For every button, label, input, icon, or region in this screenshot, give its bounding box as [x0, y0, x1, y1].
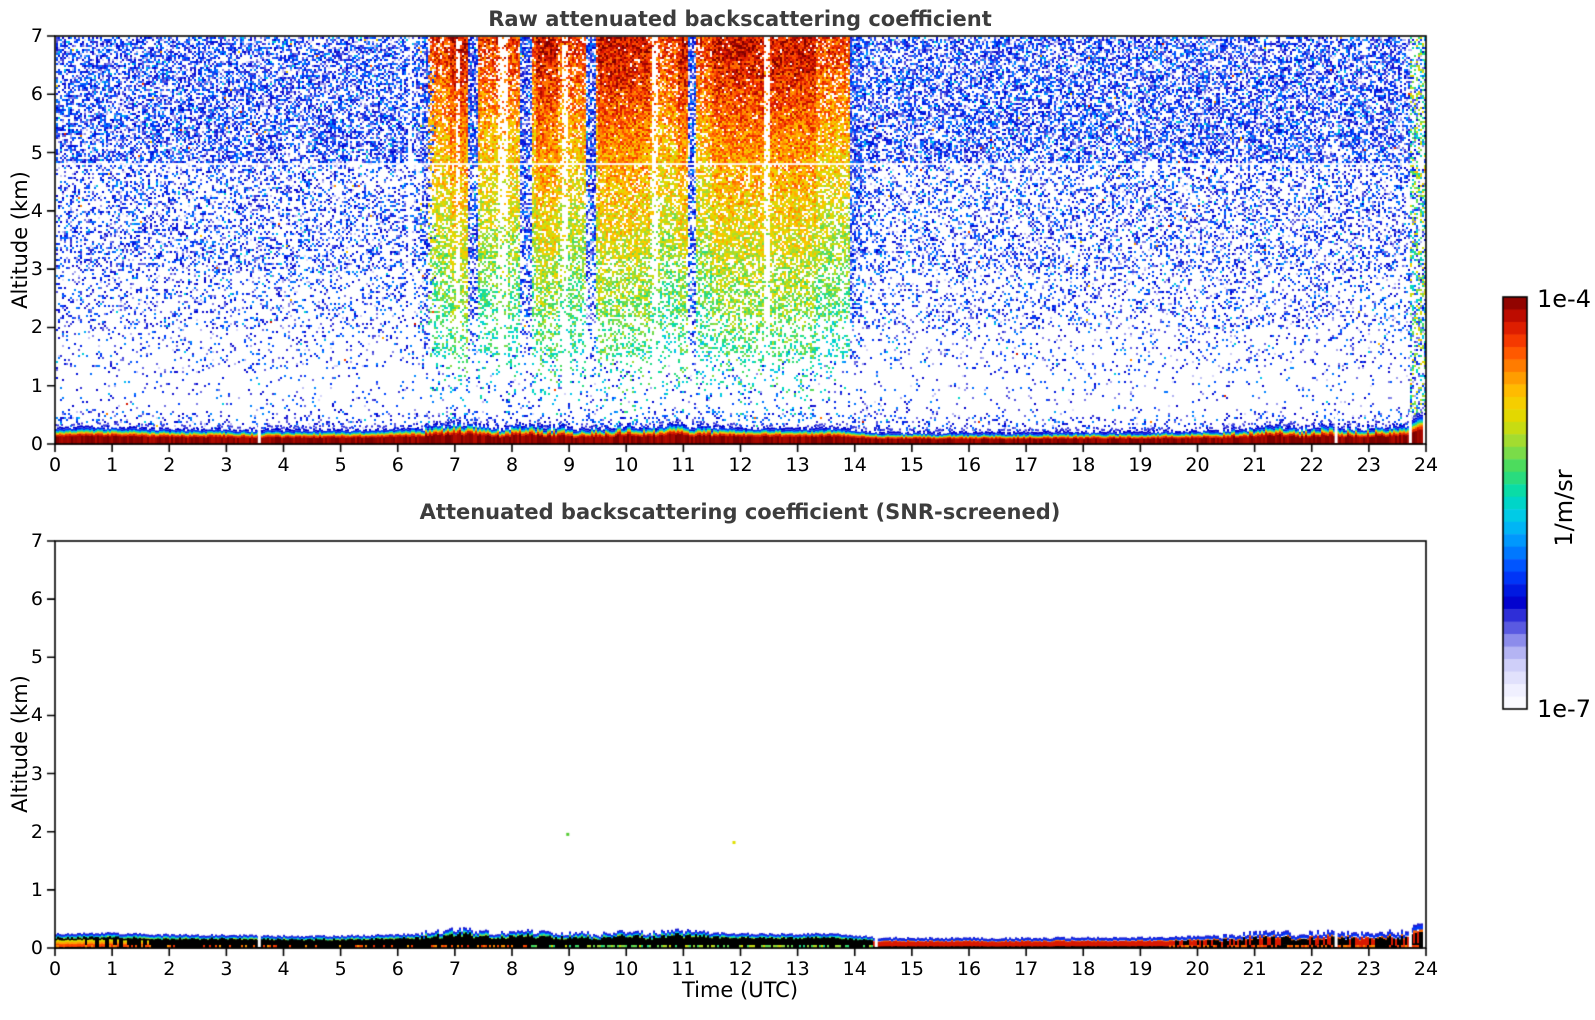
x-tick-label: 20: [1185, 454, 1209, 476]
y-tick-label: 7: [31, 530, 43, 552]
colorbar-min-label: 1e-7: [1537, 695, 1591, 723]
x-tick-label: 4: [277, 958, 289, 980]
x-tick-label: 2: [163, 454, 175, 476]
x-tick-label: 8: [506, 454, 518, 476]
x-tick-label: 17: [1014, 958, 1038, 980]
raw-panel-title: Raw attenuated backscattering coefficien…: [488, 7, 992, 31]
x-tick-label: 3: [220, 454, 232, 476]
x-tick-label: 18: [1071, 958, 1095, 980]
x-tick-label: 14: [843, 454, 867, 476]
x-tick-label: 15: [900, 958, 924, 980]
x-tick-label: 6: [392, 454, 404, 476]
x-tick-label: 19: [1128, 454, 1152, 476]
x-tick-label: 9: [563, 958, 575, 980]
y-tick-label: 6: [31, 588, 43, 610]
y-tick-label: 2: [31, 316, 43, 338]
x-tick-label: 18: [1071, 454, 1095, 476]
x-tick-label: 8: [506, 958, 518, 980]
x-tick-label: 6: [392, 958, 404, 980]
x-tick-label: 14: [843, 958, 867, 980]
x-axis-label: Time (UTC): [682, 978, 798, 1002]
x-tick-label: 23: [1357, 454, 1381, 476]
x-tick-label: 24: [1414, 454, 1438, 476]
x-tick-label: 13: [786, 454, 810, 476]
x-tick-label: 0: [49, 958, 61, 980]
colorbar-max-label: 1e-4: [1537, 285, 1591, 313]
x-tick-label: 12: [728, 454, 752, 476]
x-tick-label: 19: [1128, 958, 1152, 980]
y-tick-label: 2: [31, 821, 43, 843]
y-tick-label: 3: [31, 258, 43, 280]
y-tick-label: 0: [31, 937, 43, 959]
x-tick-label: 13: [786, 958, 810, 980]
x-tick-label: 0: [49, 454, 61, 476]
y-tick-label: 3: [31, 763, 43, 785]
x-tick-label: 5: [335, 454, 347, 476]
x-tick-label: 23: [1357, 958, 1381, 980]
x-tick-label: 1: [106, 958, 118, 980]
y-tick-label: 4: [31, 704, 43, 726]
x-tick-label: 2: [163, 958, 175, 980]
x-tick-label: 20: [1185, 958, 1209, 980]
x-tick-label: 16: [957, 454, 981, 476]
raw-y-axis-label: Altitude (km): [8, 171, 32, 309]
x-tick-label: 12: [728, 958, 752, 980]
y-tick-label: 0: [31, 433, 43, 455]
x-tick-label: 1: [106, 454, 118, 476]
x-tick-label: 17: [1014, 454, 1038, 476]
screened-y-axis-label: Altitude (km): [8, 675, 32, 813]
colorbar-units-label: 1/m/sr: [1550, 469, 1578, 546]
x-tick-label: 11: [671, 958, 695, 980]
x-tick-label: 24: [1414, 958, 1438, 980]
y-tick-label: 6: [31, 83, 43, 105]
x-tick-label: 21: [1243, 454, 1267, 476]
y-tick-label: 5: [31, 646, 43, 668]
x-tick-label: 21: [1243, 958, 1267, 980]
x-tick-label: 7: [449, 454, 461, 476]
x-tick-label: 22: [1300, 958, 1324, 980]
x-tick-label: 16: [957, 958, 981, 980]
x-tick-label: 9: [563, 454, 575, 476]
figure: Raw attenuated backscattering coefficien…: [0, 0, 1595, 1020]
x-tick-label: 22: [1300, 454, 1324, 476]
screened-panel-title: Attenuated backscattering coefficient (S…: [420, 500, 1061, 524]
x-tick-label: 15: [900, 454, 924, 476]
y-tick-label: 1: [31, 879, 43, 901]
y-tick-label: 4: [31, 200, 43, 222]
x-tick-label: 11: [671, 454, 695, 476]
y-tick-label: 1: [31, 375, 43, 397]
x-tick-label: 5: [335, 958, 347, 980]
y-tick-label: 7: [31, 25, 43, 47]
x-tick-label: 10: [614, 454, 638, 476]
x-tick-label: 10: [614, 958, 638, 980]
x-tick-label: 7: [449, 958, 461, 980]
x-tick-label: 3: [220, 958, 232, 980]
y-tick-label: 5: [31, 142, 43, 164]
x-tick-label: 4: [277, 454, 289, 476]
